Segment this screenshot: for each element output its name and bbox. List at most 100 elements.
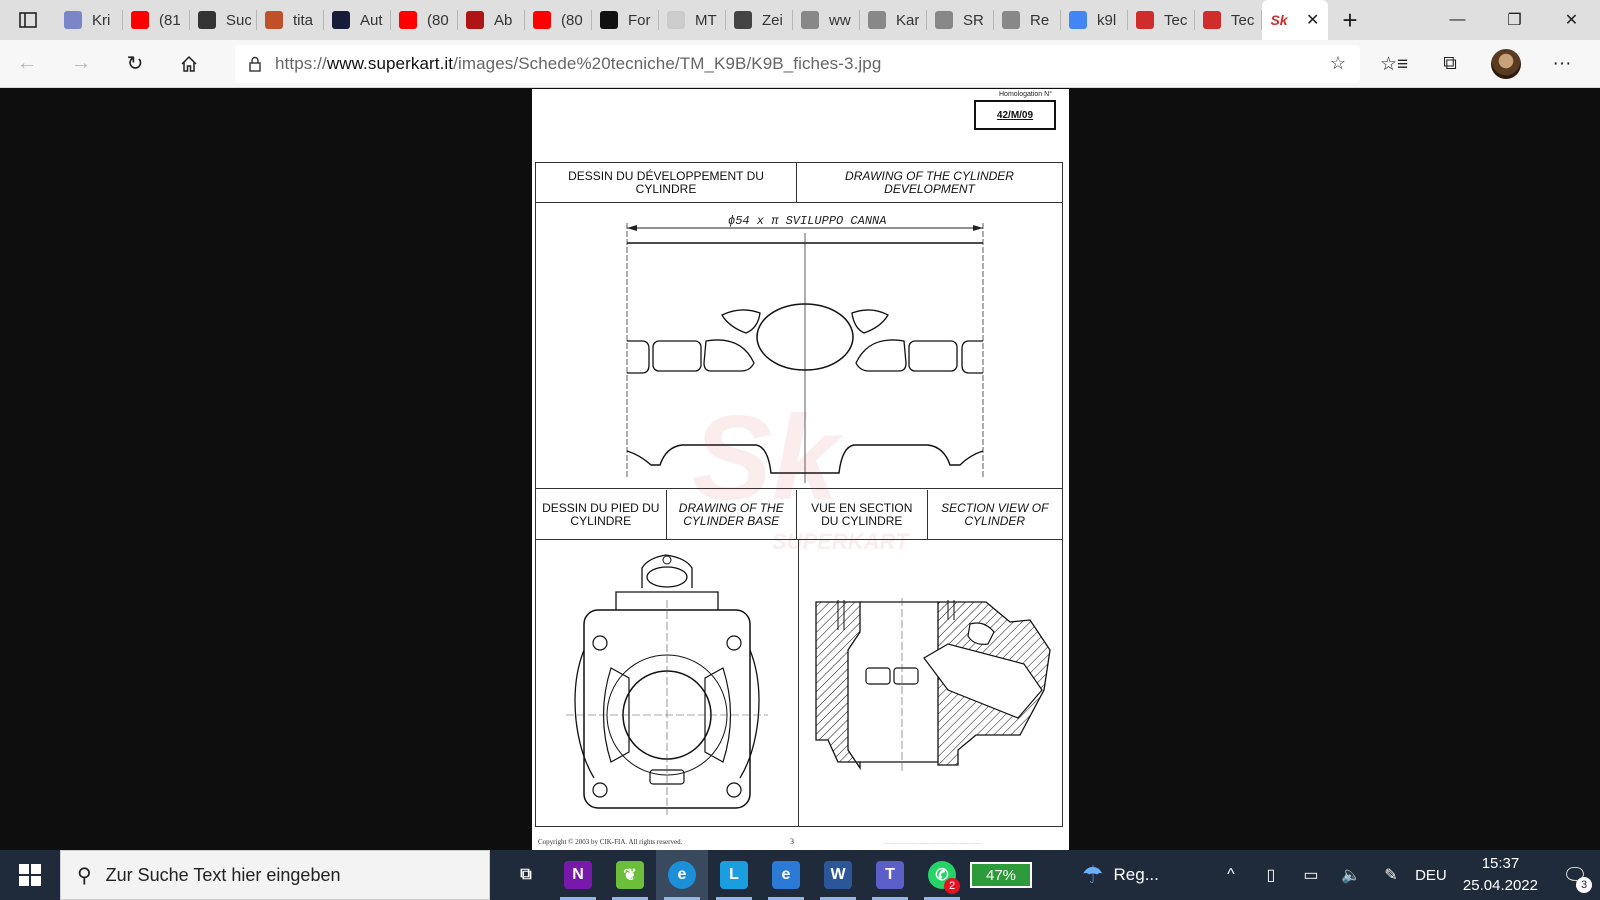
tab-title: Aut: [360, 11, 383, 29]
tab-title: (80: [427, 11, 449, 29]
address-bar[interactable]: https://www.superkart.it/images/Schede%2…: [235, 45, 1360, 83]
browser-tab[interactable]: Kar: [860, 0, 927, 40]
browser-tab[interactable]: (80: [525, 0, 592, 40]
taskbar-app[interactable]: e: [760, 850, 812, 900]
taskbar-app[interactable]: N: [552, 850, 604, 900]
tab-title: Kar: [896, 11, 920, 29]
base-title-en: DRAWING OF THE CYLINDER BASE: [667, 490, 797, 539]
battery-icon[interactable]: ▭: [1291, 850, 1331, 900]
browser-tab[interactable]: Ab: [458, 0, 525, 40]
start-button[interactable]: [0, 850, 60, 900]
clock[interactable]: 15:37 25.04.2022: [1451, 853, 1550, 897]
whatsapp-badge: 2: [944, 878, 960, 894]
browser-tab[interactable]: k9l: [1061, 0, 1128, 40]
favorites-icon[interactable]: ☆≡: [1366, 40, 1422, 88]
section-title-fr: VUE EN SECTION DU CYLINDRE: [797, 490, 928, 539]
abarth-icon: [466, 11, 484, 29]
tab-title: Ab: [494, 11, 513, 29]
browser-tab[interactable]: Kri: [56, 0, 123, 40]
tab-actions-button[interactable]: [0, 0, 56, 40]
url-text[interactable]: https://www.superkart.it/images/Schede%2…: [275, 54, 881, 74]
device-icon[interactable]: ▯: [1251, 850, 1291, 900]
browser-tab[interactable]: ww: [793, 0, 860, 40]
site-icon: [801, 11, 819, 29]
browser-tab[interactable]: Tec: [1195, 0, 1262, 40]
restore-button[interactable]: ❐: [1486, 0, 1543, 40]
close-window-button[interactable]: ✕: [1543, 0, 1600, 40]
windows-logo-icon: [19, 864, 41, 886]
image-viewport: Homologation N° 42/M/09 DESSIN DU DÉVELO…: [0, 89, 1600, 850]
taskbar-app[interactable]: W: [812, 850, 864, 900]
taskbar-app[interactable]: ✆ 2: [916, 850, 968, 900]
profile-button[interactable]: [1478, 40, 1534, 88]
search-icon: ⚲: [77, 864, 92, 887]
tab-title: SR: [963, 11, 984, 29]
taskbar-search[interactable]: ⚲ Zur Suche Text hier eingeben: [60, 850, 490, 900]
browser-tab[interactable]: Tec: [1128, 0, 1195, 40]
taskbar-app[interactable]: ❦: [604, 850, 656, 900]
browser-tab[interactable]: Aut: [324, 0, 391, 40]
youtube-icon: [533, 11, 551, 29]
taskbar-app[interactable]: e: [656, 850, 708, 900]
taskbar-app[interactable]: ⧉: [500, 850, 552, 900]
tab-title: Kri: [92, 11, 111, 29]
forward-button[interactable]: →: [54, 40, 108, 88]
cylinder-views: [536, 540, 1062, 826]
window-controls: — ❐ ✕: [1429, 0, 1600, 40]
avatar: [1491, 49, 1521, 79]
browser-tab[interactable]: Suc: [190, 0, 257, 40]
browser-tab[interactable]: For: [592, 0, 659, 40]
more-menu-icon[interactable]: ···: [1534, 40, 1590, 88]
battery-app[interactable]: 47%: [968, 862, 1034, 888]
superkart-icon: [1203, 11, 1221, 29]
superkart-icon: Sk: [1270, 11, 1288, 29]
taskbar-app[interactable]: T: [864, 850, 916, 900]
tab-title: tita: [293, 11, 314, 29]
minimize-button[interactable]: —: [1429, 0, 1486, 40]
drawing-frame: DESSIN DU DÉVELOPPEMENT DU CYLINDRE DRAW…: [535, 162, 1063, 827]
tab-title: (81: [159, 11, 181, 29]
language-indicator[interactable]: DEU: [1411, 850, 1451, 900]
close-tab-icon[interactable]: ✕: [1306, 10, 1319, 30]
active-tab[interactable]: Sk ✕: [1262, 0, 1328, 40]
notification-center-button[interactable]: 🗨 3: [1550, 850, 1600, 900]
new-tab-button[interactable]: +: [1328, 0, 1372, 40]
youtube-icon: [131, 11, 149, 29]
browser-tab[interactable]: MT: [659, 0, 726, 40]
chevron-up-icon[interactable]: ^: [1211, 850, 1251, 900]
browser-tab[interactable]: (81: [123, 0, 190, 40]
volume-icon[interactable]: 🔈: [1331, 850, 1371, 900]
tab-title: Tec: [1164, 11, 1188, 29]
browser-tab[interactable]: Re: [994, 0, 1061, 40]
tab-title: Suc: [226, 11, 251, 29]
tab-title: (80: [561, 11, 583, 29]
weather-widget[interactable]: ☂ Reg...: [1082, 850, 1159, 900]
l-app-icon: L: [720, 861, 748, 889]
tab-title: k9l: [1097, 11, 1117, 29]
spec-sheet: Homologation N° 42/M/09 DESSIN DU DÉVELO…: [532, 89, 1069, 850]
notification-count: 3: [1576, 877, 1592, 893]
section2-header: DESSIN DU PIED DU CYLINDRE DRAWING OF TH…: [536, 490, 1062, 540]
site-icon: [600, 11, 618, 29]
add-favorite-icon[interactable]: ☆: [1330, 53, 1346, 74]
tab-actions-icon: [19, 12, 37, 28]
youtube-icon: [399, 11, 417, 29]
search-placeholder: Zur Suche Text hier eingeben: [105, 864, 341, 885]
browser-tab[interactable]: Zei: [726, 0, 793, 40]
section1-title-en: DRAWING OF THE CYLINDER DEVELOPMENT: [845, 168, 1014, 196]
lock-icon[interactable]: [235, 56, 275, 72]
toolbar-right: ☆≡ ⧉ ···: [1366, 40, 1590, 88]
browser-tab[interactable]: (80: [391, 0, 458, 40]
browser-tab[interactable]: tita: [257, 0, 324, 40]
home-button[interactable]: [162, 40, 216, 88]
refresh-button[interactable]: ↻: [108, 40, 162, 88]
collections-icon[interactable]: ⧉: [1422, 40, 1478, 88]
pen-icon[interactable]: ✎: [1371, 850, 1411, 900]
browser-tab[interactable]: SR: [927, 0, 994, 40]
cylinder-base-drawing: [566, 554, 768, 815]
taskbar-app[interactable]: L: [708, 850, 760, 900]
document-icon: [64, 11, 82, 29]
system-tray: ^ ▯ ▭ 🔈 ✎ DEU 15:37 25.04.2022 🗨 3: [1211, 850, 1600, 900]
back-button[interactable]: ←: [0, 40, 54, 88]
cylinder-development-svg: ϕ54 x π SVILUPPO CANNA: [626, 214, 984, 483]
